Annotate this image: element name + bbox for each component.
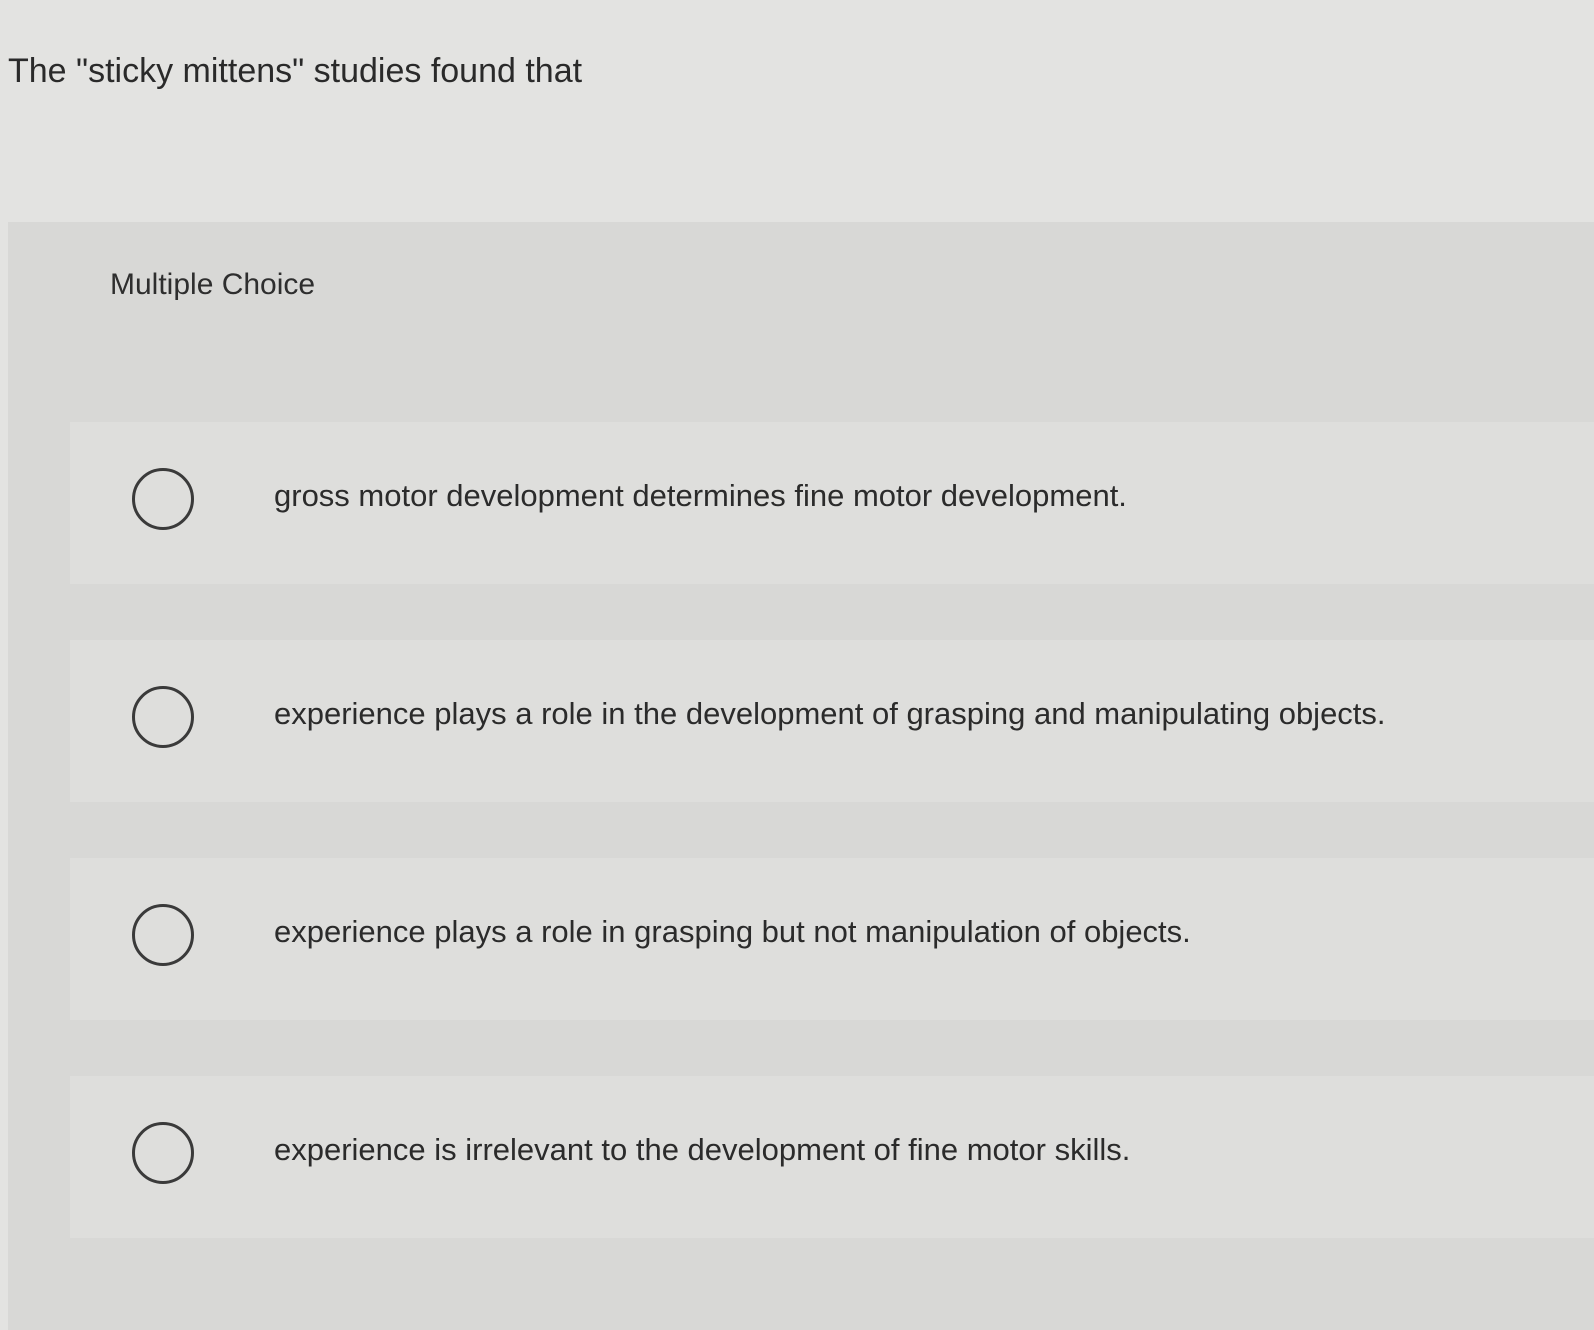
- radio-button[interactable]: [132, 686, 194, 748]
- radio-button[interactable]: [132, 904, 194, 966]
- option-label: experience is irrelevant to the developm…: [274, 1132, 1131, 1167]
- option-3[interactable]: experience plays a role in grasping but …: [70, 858, 1594, 1020]
- option-2[interactable]: experience plays a role in the developme…: [70, 640, 1594, 802]
- option-label: gross motor development determines fine …: [274, 478, 1127, 513]
- radio-button[interactable]: [132, 468, 194, 530]
- question-stem: The "sticky mittens" studies found that: [8, 52, 583, 90]
- options-list: gross motor development determines fine …: [8, 222, 1594, 1330]
- answer-panel: Multiple Choice gross motor development …: [8, 222, 1594, 1330]
- option-4[interactable]: experience is irrelevant to the developm…: [70, 1076, 1594, 1238]
- option-label: experience plays a role in grasping but …: [274, 914, 1191, 949]
- option-1[interactable]: gross motor development determines fine …: [70, 422, 1594, 584]
- option-label: experience plays a role in the developme…: [274, 696, 1386, 731]
- radio-button[interactable]: [132, 1122, 194, 1184]
